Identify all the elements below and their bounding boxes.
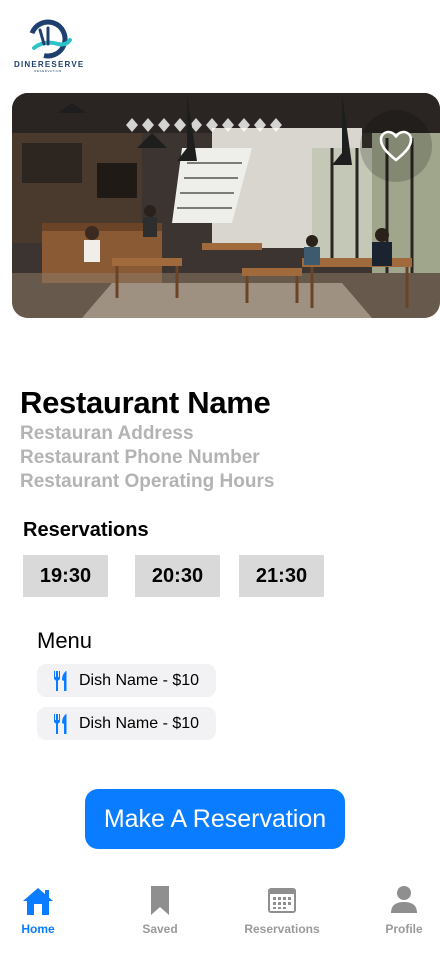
menu-item[interactable]: Dish Name - $10 bbox=[37, 707, 216, 740]
time-slot-button[interactable]: 21:30 bbox=[239, 555, 324, 597]
brand-logo: DINERESERVE RESERVATION bbox=[14, 18, 85, 74]
calendar-icon bbox=[268, 888, 296, 913]
menu-item-label: Dish Name - $10 bbox=[79, 714, 200, 732]
home-icon bbox=[23, 888, 53, 915]
tab-label: Home bbox=[21, 922, 55, 936]
restaurant-name: Restaurant Name bbox=[20, 385, 271, 420]
menu-heading: Menu bbox=[37, 628, 93, 653]
tab-label: Profile bbox=[385, 922, 423, 936]
menu-item-label: Dish Name - $10 bbox=[79, 671, 200, 689]
tab-profile[interactable]: Profile bbox=[354, 880, 440, 940]
tab-label: Saved bbox=[142, 922, 178, 936]
tab-saved[interactable]: Saved bbox=[110, 880, 210, 940]
heart-icon bbox=[379, 130, 413, 162]
bottom-tab-bar: Home Saved Reservations Profile bbox=[0, 880, 440, 956]
fork-knife-icon bbox=[54, 713, 67, 734]
time-slot-button[interactable]: 20:30 bbox=[135, 555, 220, 597]
time-slot-button[interactable]: 19:30 bbox=[23, 555, 108, 597]
tab-label: Reservations bbox=[244, 922, 320, 936]
person-icon bbox=[391, 886, 417, 913]
tab-reservations[interactable]: Reservations bbox=[232, 880, 332, 940]
restaurant-phone: Restaurant Phone Number bbox=[20, 447, 260, 468]
brand-name: DINERESERVE bbox=[14, 60, 85, 69]
menu-item[interactable]: Dish Name - $10 bbox=[37, 664, 216, 697]
bookmark-icon bbox=[151, 886, 169, 915]
brand-tagline: RESERVATION bbox=[34, 69, 62, 73]
tab-home[interactable]: Home bbox=[0, 880, 88, 940]
favorite-button[interactable] bbox=[360, 110, 432, 182]
restaurant-address: Restauran Address bbox=[20, 423, 194, 444]
make-reservation-button[interactable]: Make A Reservation bbox=[85, 789, 345, 849]
logo-mark-icon bbox=[28, 19, 72, 59]
fork-knife-icon bbox=[54, 670, 67, 691]
reservations-heading: Reservations bbox=[23, 519, 149, 541]
restaurant-hours: Restaurant Operating Hours bbox=[20, 471, 275, 492]
